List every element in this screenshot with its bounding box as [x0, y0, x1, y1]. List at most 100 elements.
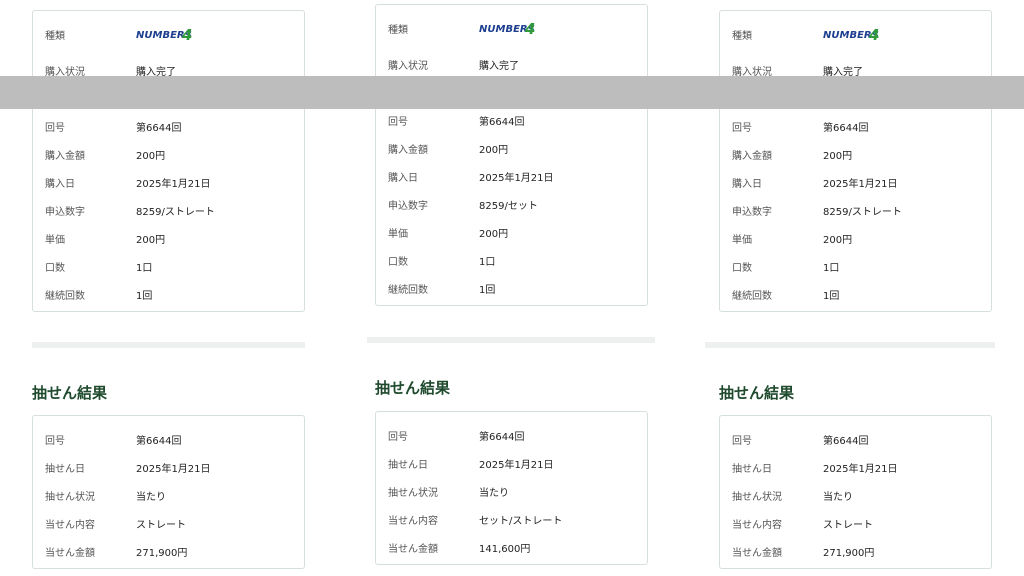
detail-label: 単価 — [388, 229, 408, 240]
result-value: 2025年1月21日 — [136, 464, 211, 475]
result-label: 抽せん状況 — [45, 492, 95, 503]
detail-label: 申込数字 — [388, 201, 428, 212]
detail-row: 申込数字 8259/ストレート — [33, 199, 304, 219]
result-value: 第6644回 — [823, 436, 869, 447]
type-label: 種類 — [732, 31, 752, 42]
detail-row: 購入日 2025年1月21日 — [376, 165, 647, 185]
result-label: 当せん金額 — [388, 544, 438, 555]
result-label: 回号 — [388, 432, 408, 443]
detail-row: 口数 1口 — [720, 255, 991, 275]
detail-value: 1回 — [479, 285, 496, 296]
detail-label: 回号 — [45, 123, 65, 134]
detail-value: 第6644回 — [823, 123, 869, 134]
detail-row: 継続回数 1回 — [720, 283, 991, 303]
detail-value: 200円 — [136, 235, 166, 246]
detail-row: 口数 1口 — [33, 255, 304, 275]
result-label: 抽せん日 — [732, 464, 772, 475]
result-value: 当たり — [136, 492, 166, 503]
detail-row: 単価 200円 — [376, 221, 647, 241]
detail-label: 購入金額 — [45, 151, 85, 162]
result-value: 第6644回 — [479, 432, 525, 443]
detail-label: 購入金額 — [732, 151, 772, 162]
svg-text:4: 4 — [524, 20, 535, 37]
detail-row: 口数 1口 — [376, 249, 647, 269]
detail-label: 口数 — [388, 257, 408, 268]
detail-label: 継続回数 — [732, 291, 772, 302]
occluding-banner — [0, 76, 1024, 109]
result-value: 271,900円 — [136, 548, 188, 559]
detail-value: 1口 — [479, 257, 496, 268]
detail-label: 購入日 — [732, 179, 762, 190]
detail-label: 継続回数 — [388, 285, 428, 296]
detail-row: 購入日 2025年1月21日 — [33, 171, 304, 191]
result-row: 抽せん日 2025年1月21日 — [376, 452, 647, 472]
detail-label: 口数 — [732, 263, 752, 274]
result-value: 141,600円 — [479, 544, 531, 555]
result-row: 抽せん状況 当たり — [33, 484, 304, 504]
detail-row: 単価 200円 — [720, 227, 991, 247]
lottery-result-card: 回号 第6644回 抽せん日 2025年1月21日 抽せん状況 当たり 当せん内容 スト… — [32, 415, 305, 569]
result-row: 回号 第6644回 — [33, 428, 304, 448]
result-value: ストレート — [136, 520, 186, 531]
detail-label: 単価 — [732, 235, 752, 246]
detail-value: 1回 — [823, 291, 840, 302]
lottery-result-card: 回号 第6644回 抽せん日 2025年1月21日 抽せん状況 当たり 当せん内容 セッ… — [375, 411, 648, 565]
type-label: 種類 — [45, 31, 65, 42]
lottery-result-title: 抽せん結果 — [375, 379, 451, 397]
svg-text:4: 4 — [868, 26, 879, 43]
result-label: 当せん内容 — [732, 520, 782, 531]
result-value: 271,900円 — [823, 548, 875, 559]
numbers4-logo: NUMBERS 4 — [823, 26, 879, 43]
result-label: 抽せん状況 — [388, 488, 438, 499]
detail-label: 購入日 — [45, 179, 75, 190]
result-label: 当せん金額 — [45, 548, 95, 559]
detail-row: 単価 200円 — [33, 227, 304, 247]
detail-row: 購入金額 200円 — [33, 143, 304, 163]
result-value: 2025年1月21日 — [479, 460, 554, 471]
section-divider — [32, 342, 305, 348]
detail-row: 申込数字 8259/ストレート — [720, 199, 991, 219]
detail-row: 購入金額 200円 — [376, 137, 647, 157]
result-row: 当せん金額 271,900円 — [720, 540, 991, 560]
result-label: 当せん金額 — [732, 548, 782, 559]
detail-value: 1口 — [136, 263, 153, 274]
detail-value: 200円 — [479, 229, 509, 240]
detail-row: 回号 第6644回 — [376, 109, 647, 129]
purchase-details-card: 種類 NUMBERS 4 購入状況 購入完了 回号 第6644回 購入金額 200円 … — [719, 10, 992, 312]
detail-value: 200円 — [479, 145, 509, 156]
detail-label: 回号 — [732, 123, 752, 134]
result-label: 抽せん日 — [45, 464, 85, 475]
detail-row: 継続回数 1回 — [376, 277, 647, 297]
detail-value: 2025年1月21日 — [136, 179, 211, 190]
detail-row: 申込数字 8259/セット — [376, 193, 647, 213]
svg-text:4: 4 — [181, 26, 192, 43]
detail-value: 購入完了 — [479, 61, 519, 72]
detail-value: 200円 — [136, 151, 166, 162]
detail-value: 1口 — [823, 263, 840, 274]
result-label: 回号 — [732, 436, 752, 447]
result-row: 当せん内容 ストレート — [720, 512, 991, 532]
result-value: 2025年1月21日 — [823, 464, 898, 475]
result-row: 当せん金額 141,600円 — [376, 536, 647, 556]
detail-label: 継続回数 — [45, 291, 85, 302]
purchase-details-card: 種類 NUMBERS 4 購入状況 購入完了 回号 第6644回 購入金額 200円 … — [32, 10, 305, 312]
detail-label: 購入金額 — [388, 145, 428, 156]
detail-value: 200円 — [823, 151, 853, 162]
detail-label: 単価 — [45, 235, 65, 246]
numbers4-logo: NUMBERS 4 — [479, 20, 535, 37]
detail-label: 申込数字 — [45, 207, 85, 218]
result-row: 抽せん状況 当たり — [720, 484, 991, 504]
detail-value: 2025年1月21日 — [823, 179, 898, 190]
result-row: 回号 第6644回 — [720, 428, 991, 448]
detail-value: 2025年1月21日 — [479, 173, 554, 184]
detail-value: 8259/セット — [479, 201, 538, 212]
detail-value: 200円 — [823, 235, 853, 246]
result-label: 抽せん状況 — [732, 492, 782, 503]
detail-label: 回号 — [388, 117, 408, 128]
detail-row: 継続回数 1回 — [33, 283, 304, 303]
detail-value: 第6644回 — [479, 117, 525, 128]
detail-value: 8259/ストレート — [823, 207, 902, 218]
lottery-result-title: 抽せん結果 — [32, 384, 108, 402]
result-row: 抽せん状況 当たり — [376, 480, 647, 500]
result-value: 当たり — [479, 488, 509, 499]
